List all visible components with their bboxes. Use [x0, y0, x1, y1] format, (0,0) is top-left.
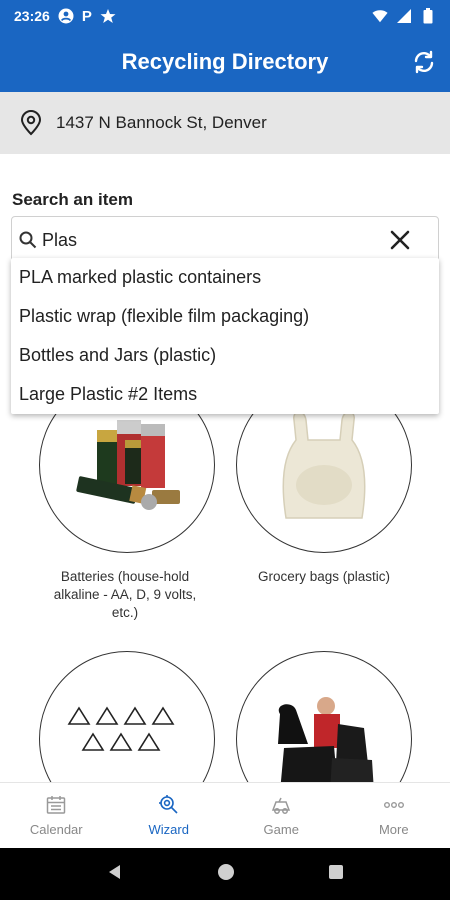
app-bar: Recycling Directory	[0, 32, 450, 92]
home-icon[interactable]	[216, 862, 236, 887]
star-icon	[100, 8, 116, 24]
status-bar: 23:26 P	[0, 0, 450, 32]
signal-icon	[396, 8, 412, 24]
batteries-image	[76, 420, 180, 510]
batteries-label: Batteries (house-hold alkaline - AA, D, …	[53, 569, 197, 620]
nav-calendar-label: Calendar	[29, 822, 83, 837]
nav-more[interactable]: More	[338, 783, 450, 848]
suggestion-item[interactable]: Large Plastic #2 Items	[11, 375, 439, 414]
wifi-icon	[372, 8, 388, 24]
refresh-icon[interactable]	[412, 50, 436, 74]
garbage-bags-image	[278, 697, 374, 783]
account-icon	[58, 8, 74, 24]
item-grid: Batteries (house-hold alkaline - AA, D, …	[0, 395, 450, 783]
bottom-nav: Calendar Wizard Game More	[0, 782, 450, 848]
location-pin-icon	[18, 110, 44, 136]
grocery-bags-tile[interactable]	[236, 395, 412, 553]
calendar-icon	[47, 796, 66, 814]
parking-icon: P	[81, 7, 92, 25]
search-label: Search an item	[12, 190, 133, 209]
grocery-bags-label: Grocery bags (plastic)	[257, 569, 391, 584]
plastic-bag-image	[282, 411, 366, 519]
system-nav-bar	[0, 848, 450, 900]
nav-wizard[interactable]: Wizard	[113, 783, 226, 848]
wizard-icon	[158, 795, 178, 814]
recents-icon[interactable]	[328, 864, 344, 885]
suggestion-dropdown: PLA marked plastic containers Plastic wr…	[11, 258, 439, 414]
garbage-bags-tile[interactable]	[236, 651, 412, 783]
plastic-codes-tile[interactable]	[39, 651, 215, 783]
nav-more-label: More	[378, 822, 409, 837]
batteries-tile[interactable]	[39, 395, 215, 553]
suggestion-item[interactable]: PLA marked plastic containers	[11, 258, 439, 297]
status-time: 23:26	[14, 8, 50, 24]
app-title: Recycling Directory	[121, 49, 329, 74]
suggestion-item[interactable]: Plastic wrap (flexible film packaging)	[11, 297, 439, 336]
search-icon	[18, 230, 38, 250]
game-icon	[272, 797, 291, 814]
suggestion-item[interactable]: Bottles and Jars (plastic)	[11, 336, 439, 375]
nav-wizard-label: Wizard	[148, 822, 189, 837]
more-icon	[383, 801, 404, 808]
back-icon[interactable]	[106, 863, 124, 886]
nav-game[interactable]: Game	[225, 783, 338, 848]
nav-calendar[interactable]: Calendar	[0, 783, 113, 848]
recycle-symbols-image	[67, 706, 175, 751]
battery-icon	[420, 8, 436, 24]
nav-game-label: Game	[263, 822, 299, 837]
address-bar[interactable]: 1437 N Bannock St, Denver	[0, 92, 450, 154]
search-input[interactable]	[42, 229, 386, 251]
close-icon[interactable]	[386, 226, 414, 254]
search-box	[11, 216, 439, 264]
address-text: 1437 N Bannock St, Denver	[56, 113, 267, 132]
